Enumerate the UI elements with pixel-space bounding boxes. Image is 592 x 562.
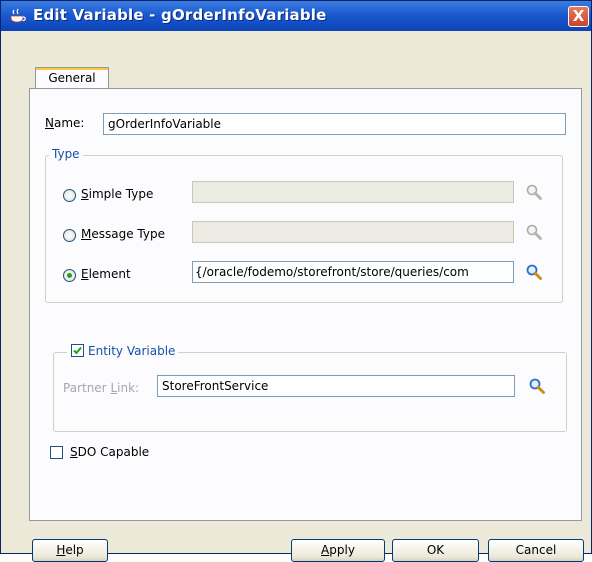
dialog-body: General Name: gOrderInfoVariable Type Si… [1, 31, 591, 562]
radio-selected-dot [67, 273, 72, 278]
coffee-cup-icon [10, 8, 26, 23]
help-button[interactable]: Help [32, 539, 108, 562]
window-title: Edit Variable - gOrderInfoVariable [33, 6, 327, 24]
cancel-button[interactable]: Cancel [488, 539, 584, 562]
title-bar[interactable]: Edit Variable - gOrderInfoVariable X [1, 1, 591, 31]
magnifier-icon[interactable] [528, 377, 546, 395]
message-type-field[interactable] [192, 221, 514, 243]
tab-active-highlight [36, 68, 108, 70]
entity-variable-label: Entity Variable [88, 344, 176, 358]
element-field[interactable]: {/oracle/fodemo/storefront/store/queries… [192, 261, 514, 283]
name-field[interactable]: gOrderInfoVariable [103, 113, 566, 135]
partner-link-label: Partner Link: [63, 381, 140, 395]
general-panel: Name: gOrderInfoVariable Type Simple Typ… [29, 88, 582, 521]
element-radio[interactable] [63, 269, 76, 282]
sdo-capable-label[interactable]: SDO Capable [70, 445, 149, 459]
element-label[interactable]: Element [81, 267, 131, 281]
sdo-capable-checkbox[interactable] [50, 446, 63, 459]
magnifier-icon[interactable] [525, 263, 543, 281]
ok-button[interactable]: OK [392, 539, 479, 562]
message-type-label[interactable]: Message Type [81, 227, 165, 241]
magnifier-icon[interactable] [525, 183, 543, 201]
simple-type-label[interactable]: Simple Type [81, 187, 153, 201]
edit-variable-dialog: Edit Variable - gOrderInfoVariable X Gen… [0, 0, 592, 562]
magnifier-icon[interactable] [525, 223, 543, 241]
checkmark-icon [73, 346, 82, 355]
tab-general[interactable]: General [35, 67, 109, 88]
message-type-radio[interactable] [63, 229, 76, 242]
name-label: Name: [45, 116, 85, 130]
tab-general-label: General [48, 71, 96, 85]
simple-type-field[interactable] [192, 181, 514, 203]
type-legend: Type [49, 147, 83, 161]
entity-variable-checkbox[interactable] [71, 344, 84, 357]
apply-button[interactable]: Apply [291, 539, 385, 562]
close-icon: X [572, 7, 585, 25]
simple-type-radio[interactable] [63, 189, 76, 202]
close-button[interactable]: X [568, 6, 589, 27]
partner-link-field[interactable]: StoreFrontService [157, 375, 515, 397]
entity-variable-legend[interactable]: Entity Variable [67, 344, 179, 358]
